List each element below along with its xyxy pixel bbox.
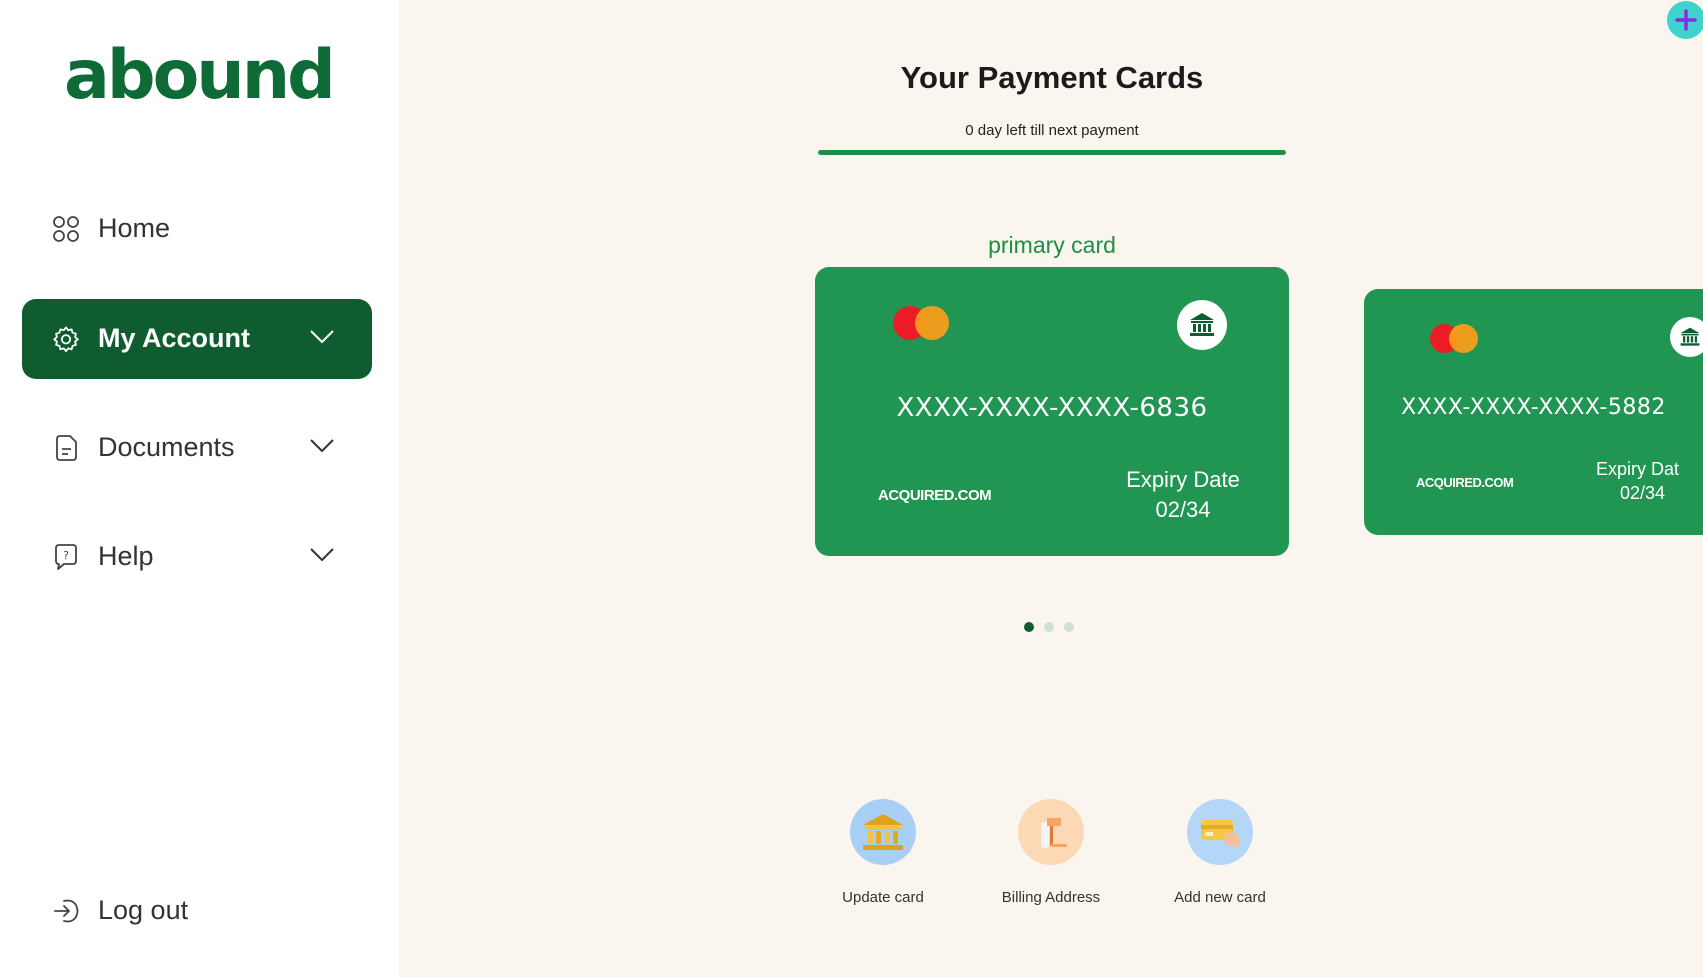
primary-card-label: primary card bbox=[988, 232, 1116, 258]
page-title: Your Payment Cards bbox=[900, 60, 1204, 95]
carousel-pagination bbox=[1024, 622, 1074, 632]
add-new-card-button[interactable]: Add new card bbox=[1160, 799, 1280, 906]
bank-icon bbox=[850, 799, 916, 865]
logout-icon bbox=[54, 899, 79, 923]
sidebar-item-label: Home bbox=[98, 213, 171, 243]
carousel-dot[interactable] bbox=[1024, 622, 1034, 632]
logout-label: Log out bbox=[98, 895, 189, 925]
action-label: Billing Address bbox=[1001, 889, 1101, 906]
card-issuer: ACQUIRED.COM bbox=[878, 487, 992, 504]
payment-card[interactable]: XXXX-XXXX-XXXX-6836 ACQUIRED.COM Expiry … bbox=[815, 267, 1289, 556]
sidebar-item-label: Documents bbox=[98, 432, 235, 462]
document-icon bbox=[56, 435, 77, 461]
help-icon: ? bbox=[55, 544, 77, 570]
payment-progress-fill bbox=[818, 150, 1286, 155]
mastercard-logo bbox=[893, 305, 949, 341]
brand-logo[interactable]: abound bbox=[64, 42, 336, 110]
expiry-label: Expiry Dat bbox=[1596, 459, 1680, 479]
page-header: Your Payment Cards bbox=[818, 60, 1286, 96]
plus-icon bbox=[1675, 9, 1697, 31]
billing-address-button[interactable]: Billing Address bbox=[986, 799, 1116, 906]
sidebar-item-home[interactable]: Home bbox=[22, 189, 372, 269]
carousel-dot[interactable] bbox=[1044, 622, 1054, 632]
sidebar-item-label: My Account bbox=[98, 323, 251, 353]
card-number: XXXX-XXXX-XXXX-6836 bbox=[896, 393, 1208, 423]
sidebar-item-my-account[interactable]: My Account bbox=[22, 299, 372, 379]
update-card-button[interactable]: Update card bbox=[828, 799, 938, 906]
add-button[interactable] bbox=[1667, 1, 1703, 39]
card-hand-icon bbox=[1187, 799, 1253, 865]
card-expiry: Expiry Date 02/34 bbox=[1083, 465, 1283, 524]
chevron-down-icon[interactable] bbox=[309, 329, 335, 345]
payment-card[interactable]: XXXX-XXXX-XXXX-5882 ACQUIRED.COM Expiry … bbox=[1364, 289, 1703, 535]
carousel-dot[interactable] bbox=[1064, 622, 1074, 632]
chevron-down-icon[interactable] bbox=[309, 547, 335, 563]
expiry-label: Expiry Date bbox=[1126, 467, 1240, 492]
sidebar: abound Home My Account Documents ? Help … bbox=[0, 0, 399, 977]
action-label: Update card bbox=[842, 889, 924, 906]
grid-icon bbox=[53, 216, 79, 242]
action-label: Add new card bbox=[1174, 889, 1266, 906]
mastercard-logo bbox=[1430, 323, 1478, 353]
bank-icon bbox=[1670, 317, 1703, 357]
card-issuer: ACQUIRED.COM bbox=[1416, 475, 1514, 490]
payment-countdown: 0 day left till next payment bbox=[965, 122, 1139, 139]
chevron-down-icon[interactable] bbox=[309, 438, 335, 454]
card-number: XXXX-XXXX-XXXX-5882 bbox=[1401, 395, 1666, 420]
payment-progress-bar bbox=[818, 150, 1286, 155]
address-icon bbox=[1018, 799, 1084, 865]
bank-icon bbox=[1177, 300, 1227, 350]
sidebar-item-help[interactable]: ? Help bbox=[22, 517, 372, 597]
sidebar-item-documents[interactable]: Documents bbox=[22, 408, 372, 488]
expiry-value: 02/34 bbox=[1155, 496, 1211, 522]
svg-text:?: ? bbox=[63, 549, 69, 562]
logout-button[interactable]: Log out bbox=[22, 871, 372, 951]
card-expiry: Expiry Dat 02/34 bbox=[1596, 457, 1703, 506]
sidebar-item-label: Help bbox=[98, 541, 154, 571]
expiry-value: 02/34 bbox=[1620, 483, 1666, 504]
gear-icon bbox=[53, 326, 79, 352]
